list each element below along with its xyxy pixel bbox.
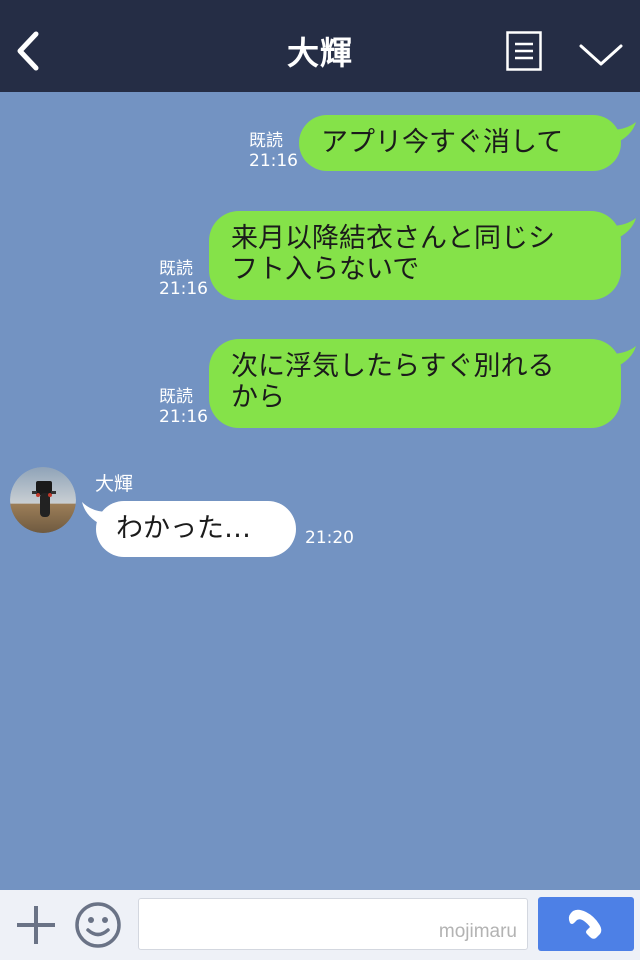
message-bubble[interactable]: アプリ今すぐ消して [299, 115, 621, 171]
read-receipt: 既読 21:16 [159, 259, 208, 299]
read-label: 既読 [159, 387, 193, 407]
message-bubble[interactable]: 来月以降結衣さんと同じシ フト入らないで [209, 211, 621, 300]
message-time: 21:16 [159, 279, 208, 299]
plus-icon[interactable] [14, 903, 58, 947]
message-input[interactable]: mojimaru [138, 898, 528, 950]
message-text-line: アプリ今すぐ消して [321, 127, 564, 158]
message-text-line: 次に浮気したらすぐ別れる [231, 351, 555, 382]
message-time: 21:16 [159, 407, 208, 427]
message-bubble[interactable]: わかった… [96, 501, 296, 557]
sender-name: 大輝 [95, 473, 134, 495]
watermark: mojimaru [438, 921, 517, 942]
message-text: わかった… [116, 513, 251, 544]
chat-header: 大輝 [0, 0, 640, 92]
message-text-line: 来月以降結衣さんと同じシ [231, 223, 555, 254]
notes-icon[interactable] [506, 31, 542, 71]
chat-title: 大輝 [286, 34, 353, 72]
read-receipt: 既読 21:16 [159, 387, 208, 427]
message-time: 21:16 [249, 151, 298, 171]
message-time: 21:20 [305, 528, 354, 548]
message-text-line: フト入らないで [231, 254, 420, 285]
avatar[interactable] [10, 467, 76, 533]
message-bubble[interactable]: 次に浮気したらすぐ別れる から [209, 339, 621, 428]
emoji-icon[interactable] [74, 901, 122, 949]
read-receipt: 既読 21:16 [249, 131, 298, 171]
read-label: 既読 [159, 259, 193, 279]
chevron-down-icon[interactable] [578, 40, 624, 68]
call-button[interactable] [538, 897, 634, 951]
input-bar: mojimaru [0, 890, 640, 960]
phone-icon [568, 909, 602, 939]
message-list[interactable]: 既読 21:16 アプリ今すぐ消して 既読 21:16 来月以降結衣さんと同じシ… [0, 92, 640, 890]
message-text-line: から [231, 382, 285, 413]
read-label: 既読 [249, 131, 283, 151]
